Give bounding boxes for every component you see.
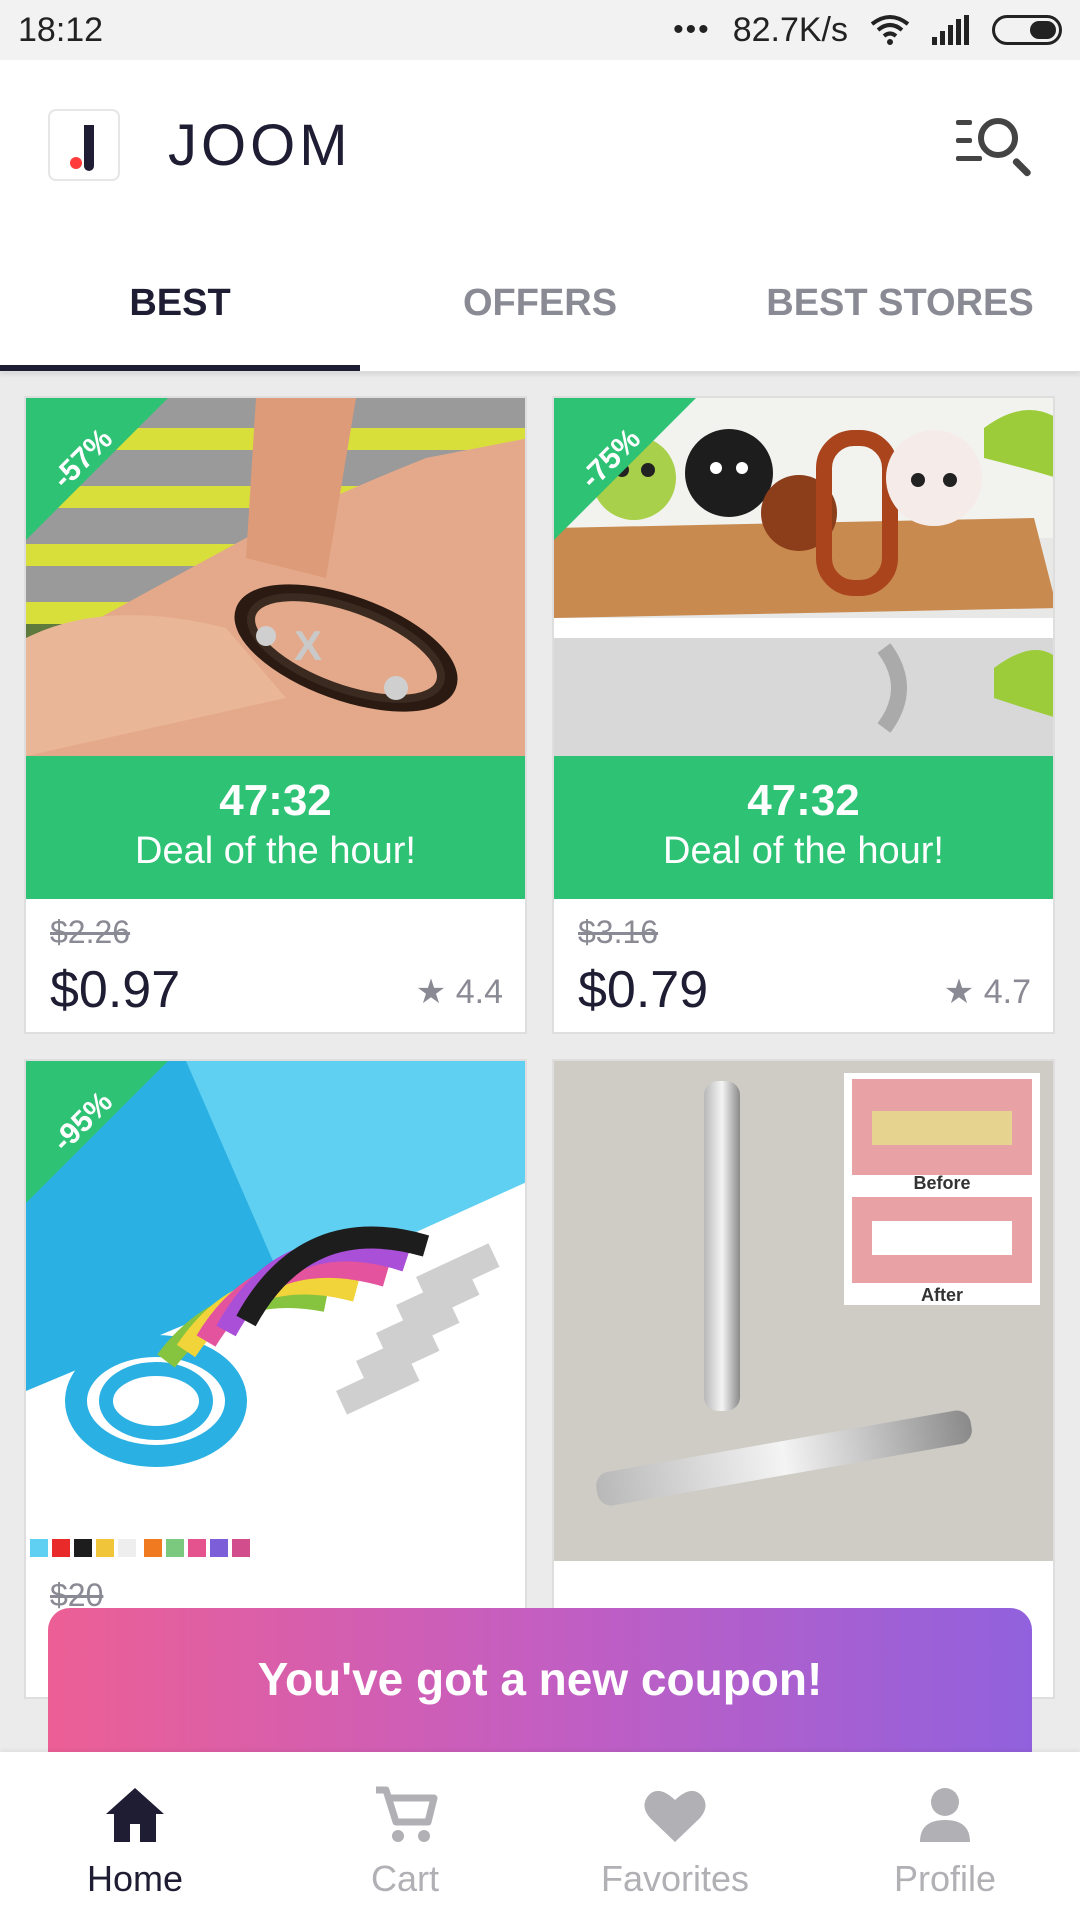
brand-title: JOOM: [168, 112, 352, 178]
status-time: 18:12: [18, 10, 104, 49]
nav-cart[interactable]: Cart: [270, 1752, 540, 1920]
tab-best-stores[interactable]: BEST STORES: [720, 230, 1080, 371]
old-price: $2.26: [50, 914, 131, 950]
tab-offers[interactable]: OFFERS: [360, 230, 720, 371]
heart-icon: [644, 1790, 706, 1842]
tab-best[interactable]: BEST: [0, 230, 360, 371]
network-speed: 82.7K/s: [732, 10, 848, 49]
home-icon: [106, 1788, 164, 1842]
deal-timer: 47:32: [747, 776, 860, 825]
rating: ★ 4.4: [416, 972, 503, 1012]
search-menu-icon[interactable]: [952, 110, 1033, 180]
product-card-suction-holders[interactable]: -75% 47:32 Deal of the hour! $3.16 $0.79…: [552, 396, 1055, 1034]
nav-favorites[interactable]: Favorites: [540, 1752, 810, 1920]
product-card-bracelet[interactable]: X -57% 47:32 Deal of the hour! $2.26 $0.…: [24, 396, 527, 1034]
price: $0.79: [578, 961, 709, 1019]
cart-icon: [376, 1786, 438, 1842]
app-header: JOOM: [0, 60, 1080, 230]
signal-icon: [932, 15, 969, 45]
star-icon: ★: [943, 973, 975, 1011]
nav-home-label: Home: [86, 1858, 184, 1899]
deal-timer: 47:32: [219, 776, 332, 825]
rating-value: 4.7: [983, 973, 1031, 1011]
deal-label: Deal of the hour!: [663, 830, 944, 872]
nav-cart-label: Cart: [370, 1858, 439, 1899]
before-label: Before: [913, 1173, 971, 1193]
deal-banner: 47:32 Deal of the hour!: [554, 756, 1053, 899]
tab-bar: BEST OFFERS BEST STORES: [0, 230, 1080, 372]
status-bar: 18:12 ••• 82.7K/s: [0, 0, 1080, 60]
old-price: $3.16: [578, 914, 659, 950]
product-card-teeth-whitening[interactable]: Before After: [552, 1059, 1055, 1699]
more-dots-icon: •••: [673, 13, 711, 46]
after-label: After: [920, 1285, 963, 1305]
product-card-usb-cables[interactable]: -95% $20: [24, 1059, 527, 1699]
svg-text:X: X: [294, 622, 322, 669]
price: $0.97: [50, 961, 181, 1019]
coupon-banner[interactable]: You've got a new coupon!: [48, 1608, 1032, 1758]
nav-profile-label: Profile: [893, 1858, 997, 1899]
star-icon: ★: [415, 973, 447, 1011]
rating: ★ 4.7: [944, 972, 1031, 1012]
nav-home[interactable]: Home: [0, 1752, 270, 1920]
nav-favorites-label: Favorites: [600, 1858, 750, 1899]
deal-label: Deal of the hour!: [135, 830, 416, 872]
deal-banner: 47:32 Deal of the hour!: [26, 756, 525, 899]
profile-icon: [920, 1788, 970, 1842]
product-image-teeth-whitening: Before After: [554, 1061, 1053, 1561]
bottom-navigation: Home Cart Favorites Profile: [0, 1752, 1080, 1920]
rating-value: 4.4: [455, 973, 503, 1011]
joom-logo-icon[interactable]: [48, 109, 120, 181]
nav-profile[interactable]: Profile: [810, 1752, 1080, 1920]
battery-icon: [992, 15, 1062, 45]
wifi-icon: [870, 15, 910, 45]
